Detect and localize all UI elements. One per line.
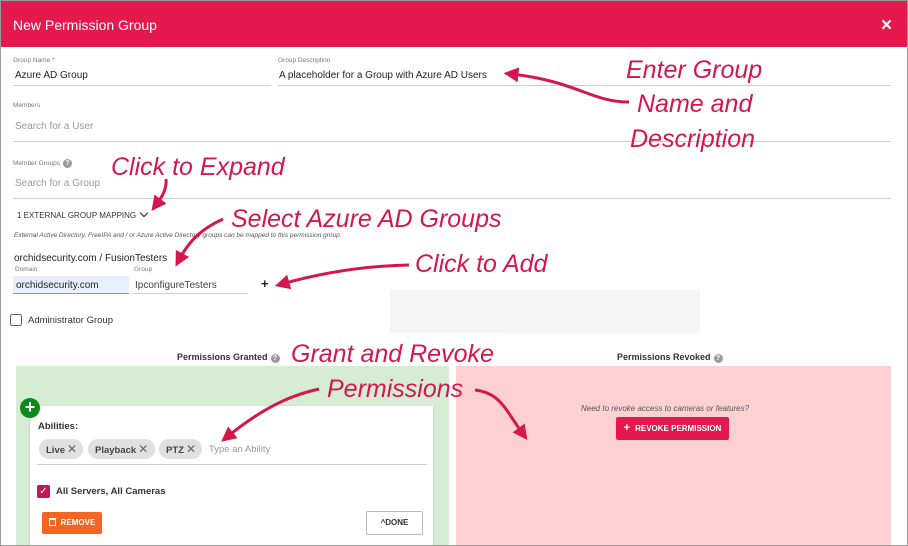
permission-group-dialog: New Permission Group × Group Name * Azur… [0, 0, 908, 546]
arrow-to-existing-mapping [175, 217, 224, 267]
arrow-to-revoke [474, 388, 528, 441]
arrow-to-description [503, 67, 630, 104]
annotation-arrows [151, 67, 630, 442]
arrow-to-mapping-toggle [151, 178, 168, 212]
arrow-to-abilities [221, 387, 320, 442]
arrow-to-add-button [274, 263, 410, 290]
